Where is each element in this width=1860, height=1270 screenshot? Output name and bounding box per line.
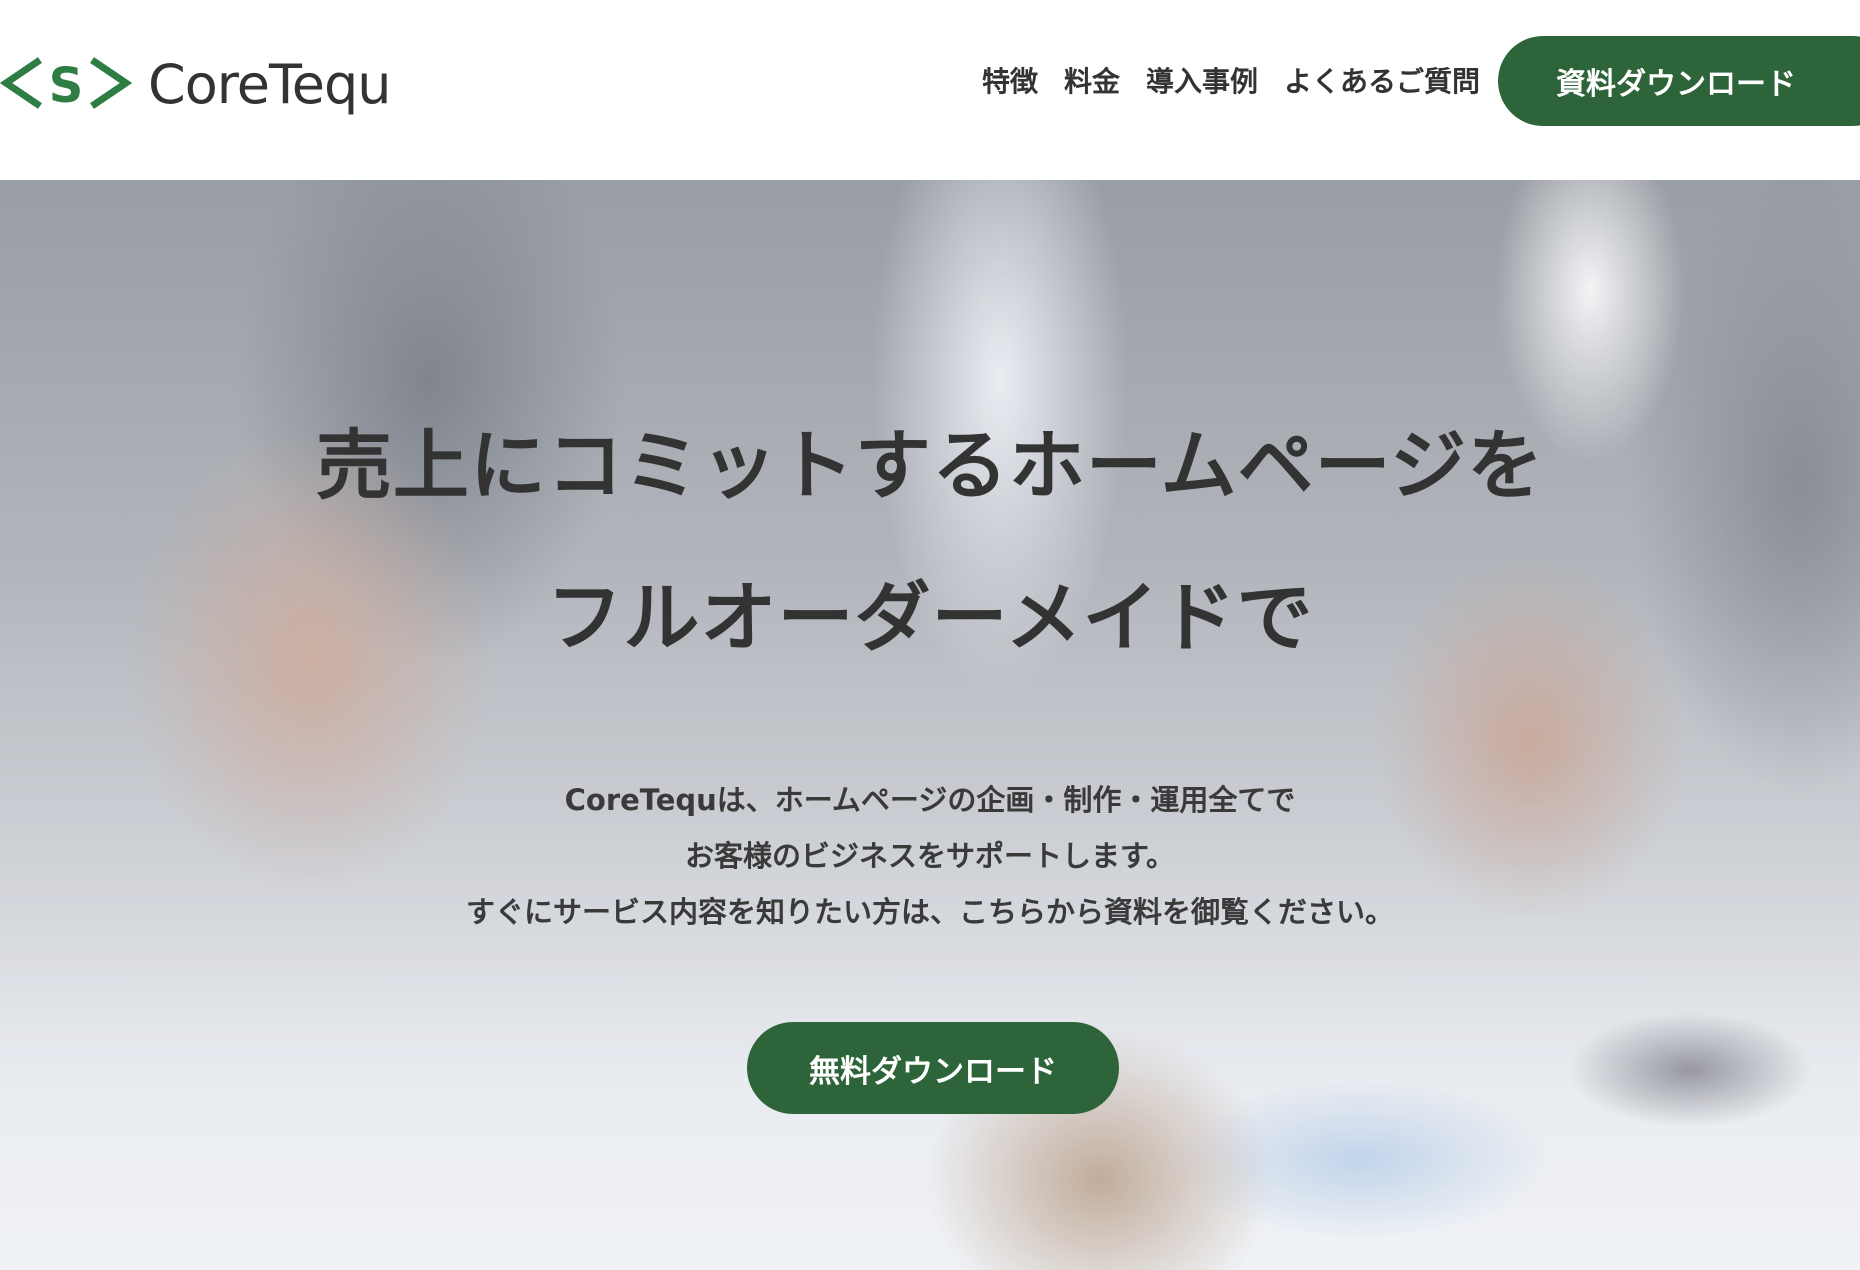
main-nav: 特徴 料金 導入事例 よくあるご質問: [982, 60, 1480, 104]
logo-name: CoreTequ: [148, 53, 392, 116]
hero-headline-line-2: フルオーダーメイドで: [546, 573, 1314, 662]
hero-description-line-1: CoreTequは、ホームページの企画・制作・運用全てで: [564, 783, 1296, 817]
site-logo[interactable]: S CoreTequ: [0, 50, 392, 116]
logo-mark-icon: S: [0, 57, 132, 114]
svg-text:S: S: [49, 58, 84, 114]
site-header: S CoreTequ 特徴 料金 導入事例 よくあるご質問 資料ダウンロード: [0, 0, 1860, 180]
hero-description-line-2: お客様のビジネスをサポートします。: [684, 839, 1176, 873]
nav-item-pricing[interactable]: 料金: [1064, 60, 1120, 104]
hero-section: 売上にコミットするホームページを フルオーダーメイドで CoreTequは、ホー…: [0, 180, 1860, 1270]
nav-item-features[interactable]: 特徴: [982, 60, 1038, 104]
hero-headline-line-1: 売上にコミットするホームページを: [315, 421, 1545, 510]
free-download-button[interactable]: 無料ダウンロード: [747, 1022, 1119, 1114]
download-materials-button[interactable]: 資料ダウンロード: [1498, 36, 1860, 126]
hero-description-line-3: すぐにサービス内容を知りたい方は、こちらから資料を御覧ください。: [465, 895, 1394, 929]
nav-item-case-studies[interactable]: 導入事例: [1146, 60, 1258, 104]
nav-item-faq[interactable]: よくあるご質問: [1284, 60, 1480, 104]
